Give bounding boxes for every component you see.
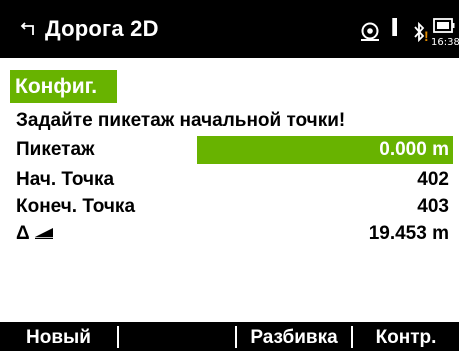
- tab-config[interactable]: Конфиг.: [10, 70, 117, 103]
- title-bar: Дорога 2D I ! 16:38: [0, 0, 459, 58]
- warning-mark: !: [424, 28, 429, 44]
- field-value: 0.000 m: [379, 139, 449, 160]
- clock-time: 16:38: [431, 37, 459, 48]
- target-cursor-icon: [358, 20, 382, 49]
- status-area: I ! 16:38: [358, 13, 459, 50]
- field-label: Δ: [16, 223, 30, 244]
- field-label-wrap: Δ: [16, 223, 54, 245]
- softkey-new[interactable]: Новый: [0, 322, 117, 351]
- softkey-check[interactable]: Контр.: [353, 322, 459, 351]
- field-station[interactable]: Пикетаж 0.000 m: [16, 136, 453, 164]
- return-arrow-icon[interactable]: [20, 21, 36, 42]
- field-start-point[interactable]: Нач. Точка 402: [16, 166, 453, 194]
- app-title: Дорога 2D: [45, 16, 159, 41]
- field-value: 19.453 m: [368, 223, 449, 244]
- ibeam-icon: I: [390, 13, 400, 42]
- field-end-point[interactable]: Конеч. Точка 403: [16, 193, 453, 221]
- station-input[interactable]: 0.000 m: [197, 136, 453, 164]
- field-label: Пикетаж: [16, 139, 95, 160]
- softkey-stakeout[interactable]: Разбивка: [237, 322, 351, 351]
- field-label: Конеч. Точка: [16, 196, 136, 217]
- softkey-empty[interactable]: [119, 322, 235, 351]
- softkey-bar: Новый Разбивка Контр.: [0, 322, 459, 351]
- instruction-text: Задайте пикетаж начальной точки!: [16, 110, 346, 131]
- field-value: 403: [417, 196, 449, 217]
- field-label: Нач. Точка: [16, 169, 115, 190]
- field-delta-length: Δ 19.453 m: [16, 220, 453, 248]
- slope-triangle-icon: [34, 223, 54, 245]
- field-value: 402: [417, 169, 449, 190]
